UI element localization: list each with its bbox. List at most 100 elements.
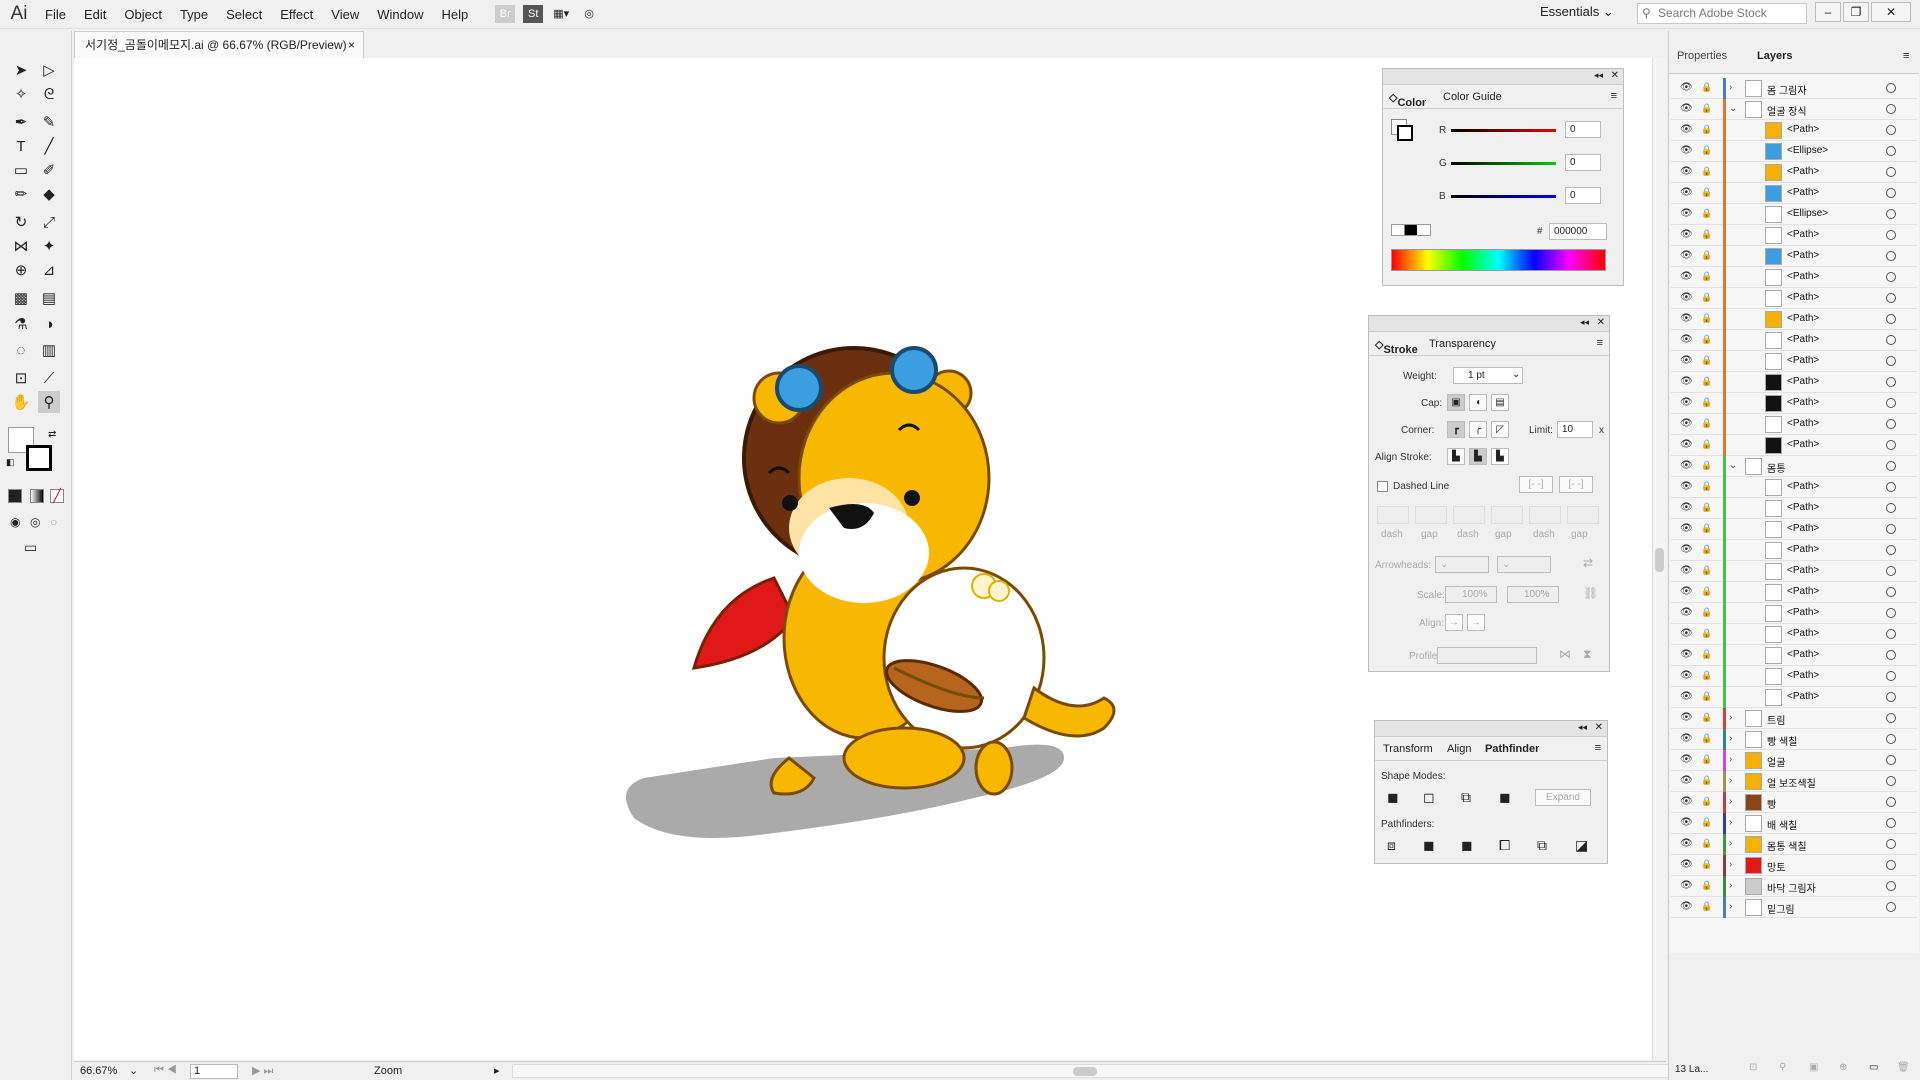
target-icon[interactable] [1886,167,1896,177]
expand-button[interactable]: Expand [1535,789,1591,806]
visibility-eye-icon[interactable]: 👁 [1680,397,1693,408]
align-outside-button[interactable]: ▙ [1491,448,1509,465]
stock-button[interactable]: St [523,5,544,23]
flip-along-icon[interactable]: ⋈ [1559,647,1571,661]
target-icon[interactable] [1886,797,1896,807]
layer-row[interactable]: 👁 🔒 › 망토 [1671,855,1917,876]
visibility-eye-icon[interactable]: 👁 [1680,229,1693,240]
miter-join-button[interactable]: ┏ [1447,421,1465,438]
visibility-eye-icon[interactable]: 👁 [1680,775,1693,786]
artboard-tool-icon[interactable]: ⊡ [10,367,32,389]
target-icon[interactable] [1886,587,1896,597]
layer-row[interactable]: 👁 🔒 <Path> [1671,120,1917,141]
butt-cap-button[interactable]: ▣ [1447,394,1465,411]
target-icon[interactable] [1886,734,1896,744]
expand-toggle-icon[interactable]: › [1729,880,1732,891]
unlock-icon[interactable]: 🔒 [1701,271,1712,282]
color-mode-icon[interactable] [8,489,22,503]
new-sublayer-icon[interactable]: ⊕ [1839,1062,1847,1073]
arrange-documents-icon[interactable]: ▦▾ [551,5,571,23]
stroke-swatch[interactable] [26,445,52,471]
tab-transform[interactable]: Transform [1383,743,1433,755]
gap-2-input[interactable] [1491,506,1523,524]
tab-color[interactable]: ◇ Color [1389,91,1426,109]
visibility-eye-icon[interactable]: 👁 [1680,670,1693,681]
r-slider[interactable] [1451,129,1556,132]
target-icon[interactable] [1886,209,1896,219]
canvas-horizontal-scrollbar[interactable] [512,1064,1712,1078]
visibility-eye-icon[interactable]: 👁 [1680,250,1693,261]
visibility-eye-icon[interactable]: 👁 [1680,145,1693,156]
tab-transparency[interactable]: Transparency [1429,338,1496,350]
expand-toggle-icon[interactable]: › [1729,733,1732,744]
collapse-icon[interactable]: ◂◂ [1578,722,1587,733]
visibility-eye-icon[interactable]: 👁 [1680,544,1693,555]
target-icon[interactable] [1886,293,1896,303]
scale-tool-icon[interactable]: ⤢ [38,211,60,233]
none-mode-icon[interactable]: ╱ [50,489,64,503]
target-icon[interactable] [1886,503,1896,513]
layer-row[interactable]: 👁 🔒 <Path> [1671,309,1917,330]
layer-row[interactable]: 👁 🔒 <Path> [1671,246,1917,267]
unlock-icon[interactable]: 🔒 [1701,208,1712,219]
menu-file[interactable]: File [36,7,75,22]
start-scale-input[interactable]: 100% [1445,586,1497,603]
layer-row[interactable]: 👁 🔒 <Path> [1671,162,1917,183]
width-tool-icon[interactable]: ⋈ [10,235,32,257]
menu-help[interactable]: Help [432,7,477,22]
unlock-icon[interactable]: 🔒 [1701,355,1712,366]
layer-row[interactable]: 👁 🔒 <Path> [1671,624,1917,645]
expand-toggle-icon[interactable]: ⌄ [1729,460,1737,471]
layer-row[interactable]: 👁 🔒 › 빵 [1671,792,1917,813]
unlock-icon[interactable]: 🔒 [1701,397,1712,408]
target-icon[interactable] [1886,818,1896,828]
rotate-tool-icon[interactable]: ↻ [10,211,32,233]
weight-dropdown-icon[interactable]: ⌄ [1512,369,1520,380]
expand-toggle-icon[interactable]: › [1729,712,1732,723]
arrow-tip-at-end-button[interactable]: → [1467,614,1485,631]
layer-row[interactable]: 👁 🔒 › 몸 그림자 [1671,78,1917,99]
restore-button[interactable]: ❐ [1843,2,1869,22]
expand-toggle-icon[interactable]: › [1729,775,1732,786]
layer-row[interactable]: 👁 🔒 › 얼 보조색칠 [1671,771,1917,792]
visibility-eye-icon[interactable]: 👁 [1680,628,1693,639]
collapse-icon[interactable]: ◂◂ [1594,70,1603,81]
visibility-eye-icon[interactable]: 👁 [1680,901,1693,912]
dash-1-input[interactable] [1377,506,1409,524]
bevel-join-button[interactable]: ◸ [1491,421,1509,438]
target-icon[interactable] [1886,104,1896,114]
intersect-icon[interactable]: ⧉ [1461,789,1471,806]
target-icon[interactable] [1886,398,1896,408]
minus-front-icon[interactable]: ◻ [1423,789,1435,806]
target-icon[interactable] [1886,608,1896,618]
visibility-eye-icon[interactable]: 👁 [1680,124,1693,135]
layer-row[interactable]: 👁 🔒 <Path> [1671,267,1917,288]
artboard-nav-first-icon[interactable]: ⏮ ◀ [154,1064,177,1077]
menu-effect[interactable]: Effect [271,7,322,22]
zoom-tool-icon[interactable]: ⚲ [38,391,60,413]
layer-row[interactable]: 👁 🔒 <Path> [1671,225,1917,246]
menu-window[interactable]: Window [368,7,432,22]
unlock-icon[interactable]: 🔒 [1701,124,1712,135]
tab-align[interactable]: Align [1447,743,1471,755]
shape-builder-tool-icon[interactable]: ⊕ [10,259,32,281]
target-icon[interactable] [1886,419,1896,429]
target-icon[interactable] [1886,713,1896,723]
lock-icon[interactable]: 🔒 [1701,859,1712,870]
profile-select[interactable] [1437,647,1537,664]
perspective-grid-tool-icon[interactable]: ⊿ [38,259,60,281]
magic-wand-tool-icon[interactable]: ✧ [10,83,32,105]
zoom-level[interactable]: 66.67% [80,1065,117,1077]
bridge-button[interactable]: Br [495,5,516,23]
artboard-nav-last-icon[interactable]: ▶ ⏭ [252,1064,273,1078]
panel-menu-icon[interactable]: ≡ [1611,90,1617,102]
layer-row[interactable]: 👁 🔒 <Path> [1671,183,1917,204]
unlock-icon[interactable]: 🔒 [1701,250,1712,261]
limit-input[interactable]: 10 [1557,421,1593,438]
target-icon[interactable] [1886,692,1896,702]
close-window-button[interactable]: ✕ [1871,2,1911,22]
target-icon[interactable] [1886,230,1896,240]
target-icon[interactable] [1886,881,1896,891]
visibility-eye-icon[interactable]: 👁 [1680,586,1693,597]
layer-row[interactable]: 👁 🔒 <Path> [1671,687,1917,708]
